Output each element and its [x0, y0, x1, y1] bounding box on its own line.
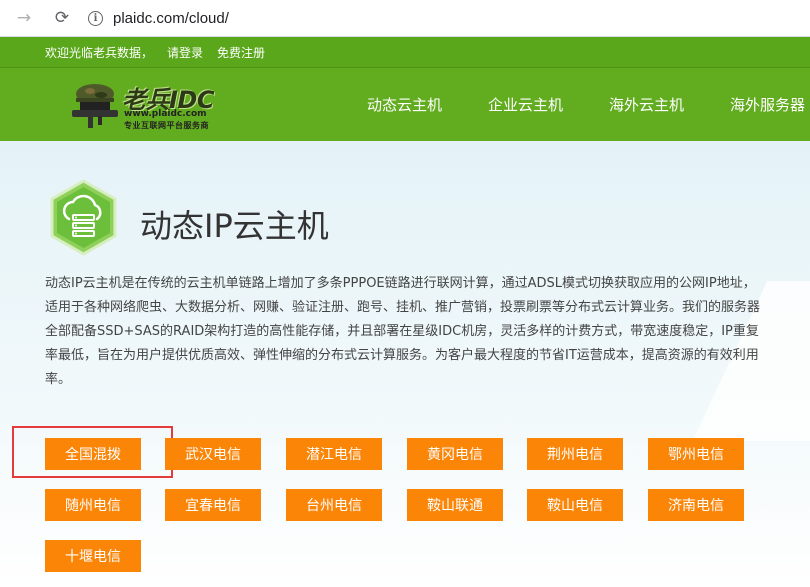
login-link[interactable]: 请登录 [167, 44, 203, 61]
location-button-qianjiang[interactable]: 潜江电信 [286, 438, 382, 470]
forward-arrow-icon[interactable]: → [14, 8, 34, 28]
info-icon[interactable]: i [88, 10, 103, 26]
logo-url: www.plaidc.com [124, 109, 207, 119]
location-button-anshan-unicom[interactable]: 鞍山联通 [407, 489, 503, 521]
location-button-wuhan[interactable]: 武汉电信 [165, 438, 261, 470]
nav-item-overseas-server[interactable]: 海外服务器 [730, 94, 805, 115]
location-button-jinan[interactable]: 济南电信 [648, 489, 744, 521]
location-button-anshan-telecom[interactable]: 鞍山电信 [527, 489, 623, 521]
page-title: 动态IP云主机 [140, 207, 329, 245]
site-header: 老兵IDC www.plaidc.com 专业互联网平台服务商 动态云主机 企业… [0, 68, 810, 141]
browser-toolbar: → ⟳ i plaidc.com/cloud/ [0, 0, 810, 37]
welcome-text: 欢迎光临老兵数据， [45, 45, 154, 60]
cloud-server-icon [50, 179, 117, 256]
location-button-yichun[interactable]: 宜春电信 [165, 489, 261, 521]
location-button-national[interactable]: 全国混拨 [45, 438, 141, 470]
soldier-logo-icon [72, 84, 118, 128]
location-button-shiyan[interactable]: 十堰电信 [45, 540, 141, 572]
product-description: 动态IP云主机是在传统的云主机单链路上增加了多条PPPOE链路进行联网计算，通过… [45, 276, 761, 387]
main-nav: 动态云主机 企业云主机 海外云主机 海外服务器 [367, 68, 810, 141]
location-button-suizhou[interactable]: 随州电信 [45, 489, 141, 521]
site-logo[interactable]: 老兵IDC www.plaidc.com 专业互联网平台服务商 [68, 78, 228, 134]
location-button-ezhou[interactable]: 鄂州电信 [648, 438, 744, 470]
main-content: 动态IP云主机 动态IP云主机是在传统的云主机单链路上增加了多条PPPOE链路进… [0, 141, 810, 587]
location-button-huanggang[interactable]: 黄冈电信 [407, 438, 503, 470]
location-button-taizhou[interactable]: 台州电信 [286, 489, 382, 521]
nav-item-enterprise-cloud[interactable]: 企业云主机 [488, 94, 563, 115]
reload-icon[interactable]: ⟳ [52, 8, 72, 28]
nav-item-dynamic-cloud[interactable]: 动态云主机 [367, 94, 442, 115]
url-text[interactable]: plaidc.com/cloud/ [113, 10, 229, 27]
top-strip: 欢迎光临老兵数据， 请登录 免费注册 [0, 37, 810, 68]
location-button-jingzhou[interactable]: 荆州电信 [527, 438, 623, 470]
nav-item-overseas-cloud[interactable]: 海外云主机 [609, 94, 684, 115]
logo-slogan: 专业互联网平台服务商 [124, 121, 209, 130]
register-link[interactable]: 免费注册 [217, 44, 265, 61]
address-bar[interactable]: i plaidc.com/cloud/ [88, 4, 229, 32]
